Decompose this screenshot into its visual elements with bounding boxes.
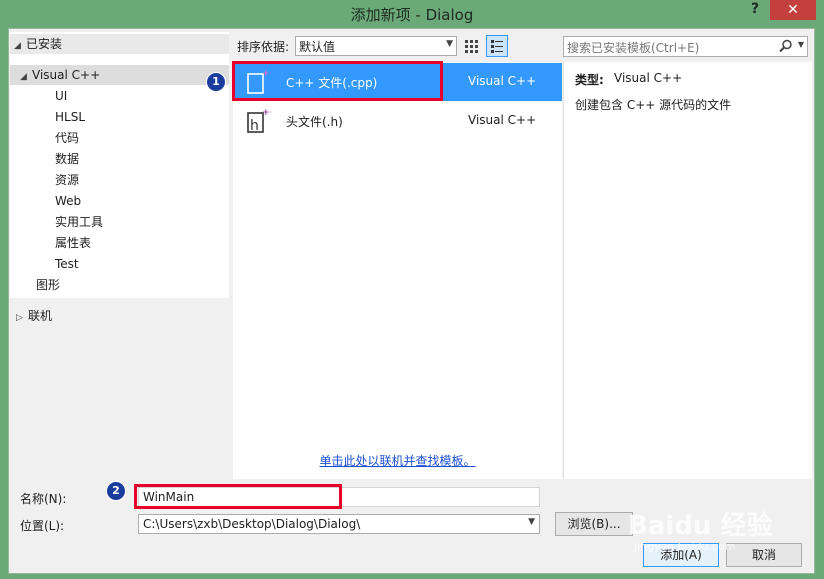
list-item-header-file[interactable]: h ++ 头文件(.h) Visual C++	[233, 102, 562, 140]
grid-view-button[interactable]	[461, 36, 481, 56]
tree-item-test[interactable]: Test	[55, 254, 79, 274]
list-view-icon	[491, 40, 503, 53]
help-button[interactable]: ?	[745, 1, 765, 21]
browse-button[interactable]: 浏览(B)...	[555, 512, 633, 536]
expand-arrow-icon[interactable]: ▷	[16, 308, 28, 328]
details-pane	[563, 62, 812, 479]
location-dropdown[interactable]: C:\Users\zxb\Desktop\Dialog\Dialog\ ▼	[138, 514, 540, 534]
item-language: Visual C++	[468, 74, 537, 88]
type-value: Visual C++	[614, 71, 683, 85]
close-button[interactable]: ✕	[770, 0, 816, 20]
template-tree: ◢ 已安装 ◢ Visual C++ UI HLSL 代码 数据 资源 Web 实用…	[10, 32, 229, 479]
chevron-down-icon: ▼	[528, 517, 535, 527]
tree-item-visual-cpp[interactable]: ◢ Visual C++	[10, 65, 229, 85]
list-view-button[interactable]	[486, 35, 508, 57]
online-search-link[interactable]: 单击此处以联机并查找模板。	[233, 452, 562, 469]
item-name: 头文件(.h)	[286, 115, 343, 129]
svg-text:h: h	[250, 118, 259, 134]
sort-dropdown[interactable]: 默认值 ▼	[295, 36, 457, 56]
sort-value: 默认值	[299, 40, 336, 54]
location-label: 位置(L):	[20, 519, 65, 533]
tree-item-utility[interactable]: 实用工具	[55, 212, 103, 232]
sort-label: 排序依据:	[237, 40, 290, 54]
tree-item-hlsl[interactable]: HLSL	[55, 107, 85, 127]
search-icon[interactable]	[779, 39, 793, 53]
watermark-url: jingyan.baidu.com	[634, 540, 736, 553]
grid-view-icon	[465, 40, 478, 53]
step-badge: 1	[206, 72, 226, 92]
tree-item-ui[interactable]: UI	[55, 86, 67, 106]
tree-item-resource[interactable]: 资源	[55, 170, 79, 190]
watermark-logo: Baidu 经验	[628, 511, 773, 541]
tree-item-web[interactable]: Web	[55, 191, 81, 211]
header-file-icon: h ++	[247, 108, 271, 134]
search-placeholder: 搜索已安装模板(Ctrl+E)	[567, 41, 700, 55]
tree-item-data[interactable]: 数据	[55, 149, 79, 169]
name-label: 名称(N):	[20, 492, 67, 506]
tree-item-code[interactable]: 代码	[55, 128, 79, 148]
chevron-down-icon: ▼	[446, 39, 453, 49]
tree-item-installed[interactable]: ◢ 已安装	[10, 34, 229, 54]
search-input[interactable]: 搜索已安装模板(Ctrl+E) ▼	[563, 36, 808, 57]
item-description: 创建包含 C++ 源代码的文件	[575, 98, 732, 112]
svg-text:++: ++	[262, 108, 271, 118]
tree-item-online[interactable]: ▷ 联机	[16, 306, 52, 326]
tree-item-graphics[interactable]: 图形	[36, 275, 60, 295]
tree-item-property-sheet[interactable]: 属性表	[55, 233, 91, 253]
highlight-box	[134, 484, 342, 509]
window-title: 添加新项 - Dialog	[350, 6, 474, 24]
collapse-arrow-icon[interactable]: ◢	[14, 36, 26, 56]
type-label: 类型:	[575, 73, 604, 87]
step-badge: 2	[106, 481, 126, 501]
location-value: C:\Users\zxb\Desktop\Dialog\Dialog\	[143, 517, 361, 531]
chevron-down-icon[interactable]: ▼	[798, 40, 804, 49]
highlight-box	[232, 61, 443, 101]
collapse-arrow-icon[interactable]: ◢	[20, 67, 32, 87]
item-language: Visual C++	[468, 113, 537, 127]
cancel-button[interactable]: 取消	[726, 543, 802, 567]
